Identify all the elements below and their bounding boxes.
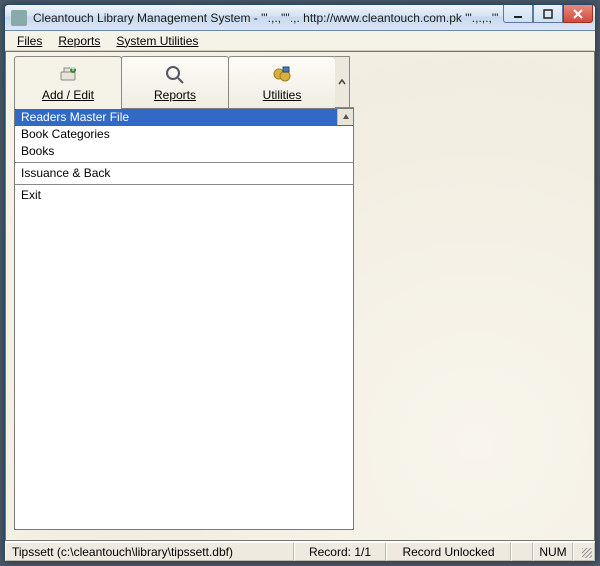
list-separator <box>15 162 353 163</box>
tab-reports[interactable]: Reports <box>121 56 229 108</box>
app-icon <box>11 10 27 26</box>
tab-strip: + Add / Edit Reports Utilities <box>14 56 354 108</box>
tab-utilities-label: Utilities <box>263 88 302 102</box>
resize-grip[interactable] <box>573 542 595 561</box>
list-item-book-categories[interactable]: Book Categories <box>15 126 353 143</box>
add-edit-icon: + <box>57 64 79 86</box>
tab-utilities[interactable]: Utilities <box>228 56 336 108</box>
title-bar[interactable]: Cleantouch Library Management System - "… <box>5 5 595 31</box>
menu-listbox: Readers Master File Book Categories Book… <box>14 108 354 530</box>
tab-reports-label: Reports <box>154 88 196 102</box>
menu-files-label: Files <box>17 34 42 48</box>
status-blank-1 <box>511 542 533 561</box>
svg-text:+: + <box>69 64 76 75</box>
tab-add-edit-label: Add / Edit <box>42 88 94 102</box>
menu-files[interactable]: Files <box>9 32 50 50</box>
triangle-up-icon <box>342 113 350 121</box>
magnifier-icon <box>164 64 186 86</box>
list-item-exit[interactable]: Exit <box>15 187 353 204</box>
close-button[interactable] <box>563 5 593 23</box>
menu-system-utilities[interactable]: System Utilities <box>108 32 206 50</box>
scroll-up-button[interactable] <box>337 109 353 125</box>
menu-reports[interactable]: Reports <box>50 32 108 50</box>
utilities-icon <box>271 64 293 86</box>
client-area: + Add / Edit Reports Utilities Rea <box>5 51 595 541</box>
chevron-up-icon <box>338 78 346 86</box>
status-lock: Record Unlocked <box>386 542 511 561</box>
tab-add-edit[interactable]: + Add / Edit <box>14 56 122 108</box>
menu-system-utilities-label: System Utilities <box>116 34 198 48</box>
menu-reports-label: Reports <box>58 34 100 48</box>
list-separator <box>15 184 353 185</box>
status-record: Record: 1/1 <box>294 542 386 561</box>
maximize-button[interactable] <box>533 5 563 23</box>
list-item-books[interactable]: Books <box>15 143 353 160</box>
minimize-button[interactable] <box>503 5 533 23</box>
tab-scroll-button[interactable] <box>335 56 350 108</box>
status-path: Tipssett (c:\cleantouch\library\tipssett… <box>5 542 294 561</box>
app-window: Cleantouch Library Management System - "… <box>4 4 596 562</box>
menu-bar: Files Reports System Utilities <box>5 31 595 51</box>
list-item-readers-master-file[interactable]: Readers Master File <box>15 109 353 126</box>
status-bar: Tipssett (c:\cleantouch\library\tipssett… <box>5 541 595 561</box>
status-numlock: NUM <box>533 542 573 561</box>
list-item-issuance-back[interactable]: Issuance & Back <box>15 165 353 182</box>
